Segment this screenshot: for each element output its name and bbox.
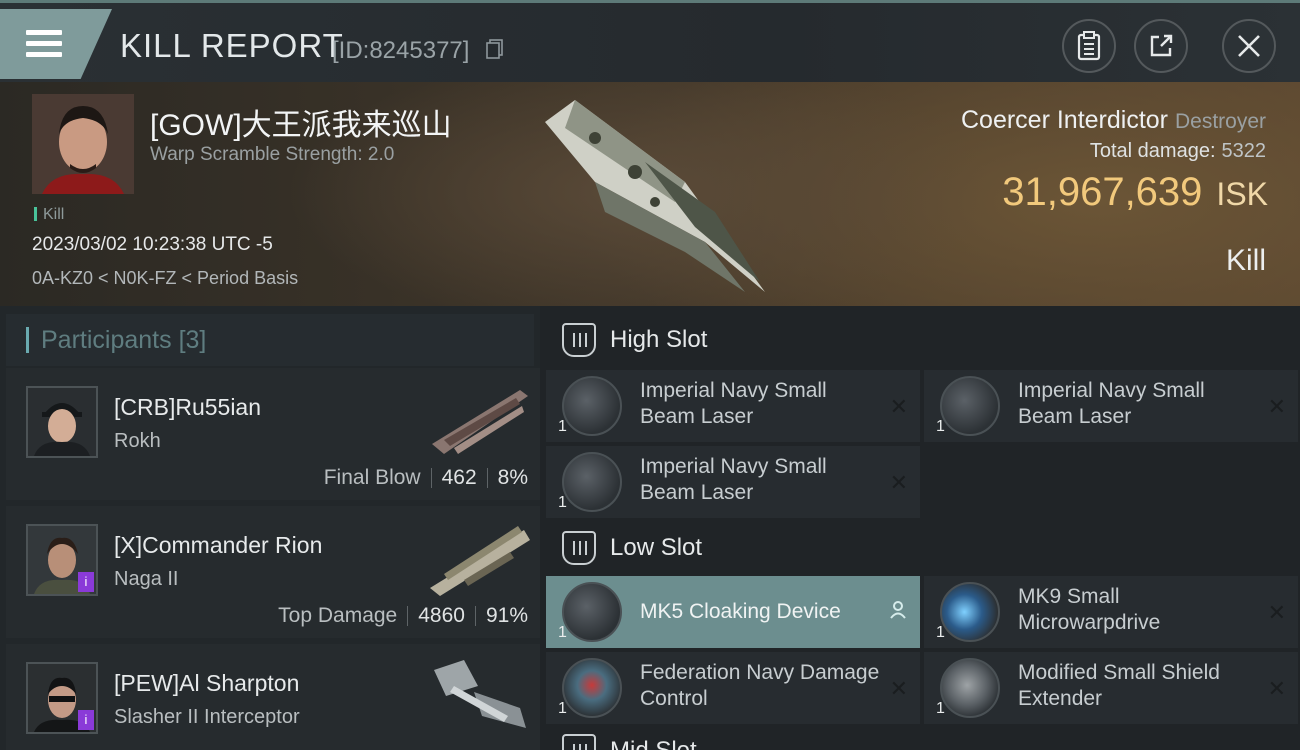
kill-location: 0A-KZ0 < N0K-FZ < Period Basis: [32, 268, 299, 288]
person-icon: [888, 600, 908, 626]
participant-name: [X]Commander Rion: [114, 532, 323, 558]
participant-name: [PEW]Al Sharpton: [114, 670, 300, 696]
clipboard-icon: [1077, 31, 1101, 61]
module-name: Imperial Navy Small Beam Laser: [640, 379, 827, 428]
fitting-panel: High Slot 1 Imperial Navy Small Beam Las…: [540, 306, 1300, 750]
victim-banner: [GOW]大王派我来巡山 Warp Scramble Strength: 2.0…: [0, 82, 1300, 306]
destroyed-icon: ✕: [889, 676, 908, 701]
module-name: Imperial Navy Small Beam Laser: [1018, 379, 1205, 428]
destroyed-icon: ✕: [1267, 676, 1286, 701]
participant-ship: Naga II: [114, 568, 179, 590]
info-badge-icon: i: [78, 710, 94, 730]
share-icon: [1150, 34, 1173, 57]
high-slot-header: High Slot: [540, 308, 1300, 372]
module-item[interactable]: 1 Imperial Navy Small Beam Laser ✕: [546, 446, 920, 518]
cloaking-device-icon: [562, 582, 622, 642]
victim-portrait[interactable]: [32, 94, 134, 194]
module-item[interactable]: 1 MK9 Small Microwarpdrive ✕: [924, 576, 1298, 648]
destroyed-icon: ✕: [889, 394, 908, 419]
kill-tag: Kill: [34, 206, 64, 224]
close-icon: [1238, 35, 1260, 57]
isk-value: 31,967,639 ISK: [1002, 170, 1268, 214]
clipboard-button[interactable]: [1062, 19, 1116, 73]
module-item[interactable]: 1 Federation Navy Damage Control ✕: [546, 652, 920, 724]
avatar: [32, 94, 134, 194]
participant-ship: Slasher II Interceptor: [114, 706, 300, 728]
mid-slot-header: Mid Slot: [540, 726, 1300, 750]
participant-row[interactable]: [CRB]Ru55ian Rokh Final Blow 462 8%: [6, 368, 540, 500]
participant-row[interactable]: i [X]Commander Rion Naga II Top Damage 4…: [6, 506, 540, 638]
destroyed-icon: ✕: [1267, 600, 1286, 625]
module-item[interactable]: 1 MK5 Cloaking Device: [546, 576, 920, 648]
module-name: Modified Small Shield Extender: [1018, 661, 1220, 710]
module-name: Federation Navy Damage Control: [640, 661, 880, 710]
participant-ship-image: [434, 660, 526, 728]
participant-ship-image: [430, 526, 530, 596]
microwarpdrive-icon: [940, 582, 1000, 642]
avatar: i: [26, 662, 98, 734]
module-item[interactable]: 1 Imperial Navy Small Beam Laser ✕: [924, 370, 1298, 442]
beam-laser-icon: [562, 376, 622, 436]
module-name: MK9 Small Microwarpdrive: [1018, 585, 1161, 634]
module-name: Imperial Navy Small Beam Laser: [640, 455, 827, 504]
mid-slot-icon: [562, 734, 596, 750]
participant-row[interactable]: i [PEW]Al Sharpton Slasher II Intercepto…: [6, 644, 540, 750]
avatar: i: [26, 524, 98, 596]
avatar: [26, 386, 98, 458]
low-slot-header: Low Slot: [540, 516, 1300, 580]
low-slot-icon: [562, 531, 596, 565]
victim-name: [GOW]大王派我来巡山: [150, 109, 452, 142]
menu-button[interactable]: [0, 9, 112, 79]
module-name: MK5 Cloaking Device: [640, 600, 841, 623]
destroyed-icon: ✕: [1267, 394, 1286, 419]
share-button[interactable]: [1134, 19, 1188, 73]
participant-name: [CRB]Ru55ian: [114, 394, 262, 420]
participants-panel: Participants [3] [CRB]Ru55ian Rokh Final…: [0, 306, 540, 750]
participant-ship-image: [432, 390, 528, 454]
high-slot-icon: [562, 323, 596, 357]
report-id: [ID:8245377]: [332, 37, 470, 64]
beam-laser-icon: [940, 376, 1000, 436]
warp-scramble-strength: Warp Scramble Strength: 2.0: [150, 144, 395, 165]
hamburger-icon: [26, 30, 62, 58]
destroyed-icon: ✕: [889, 470, 908, 495]
top-bar: KILL REPORT [ID:8245377]: [0, 0, 1300, 82]
damage-control-icon: [562, 658, 622, 718]
close-button[interactable]: [1222, 19, 1276, 73]
participant-ship: Rokh: [114, 430, 161, 452]
copy-icon[interactable]: [486, 39, 504, 59]
total-damage: Total damage: 5322: [1089, 140, 1266, 162]
participant-stats: Top Damage 4860 91%: [278, 604, 528, 627]
shield-extender-icon: [940, 658, 1000, 718]
kill-datetime: 2023/03/02 10:23:38 UTC -5: [32, 234, 273, 255]
info-badge-icon: i: [78, 572, 94, 592]
participant-stats: Final Blow 462 8%: [323, 466, 528, 489]
page-title: KILL REPORT: [120, 27, 344, 64]
beam-laser-icon: [562, 452, 622, 512]
victim-ship-type: Coercer Interdictor Destroyer: [960, 106, 1266, 134]
result-label: Kill: [1225, 244, 1266, 277]
participants-header: Participants [3]: [6, 314, 534, 366]
victim-ship-image: [545, 100, 765, 292]
module-item[interactable]: 1 Imperial Navy Small Beam Laser ✕: [546, 370, 920, 442]
module-item[interactable]: 1 Modified Small Shield Extender ✕: [924, 652, 1298, 724]
